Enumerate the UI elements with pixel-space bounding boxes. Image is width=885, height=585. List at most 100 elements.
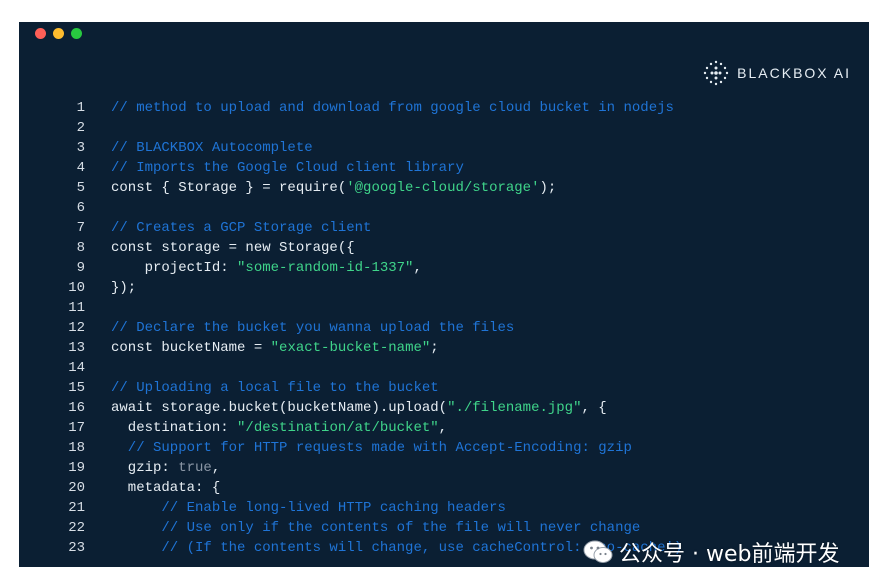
line-number: 1 [76, 100, 85, 116]
code-line: 3 // BLACKBOX Autocomplete [19, 138, 869, 158]
line-number: 12 [68, 320, 85, 336]
line-number: 17 [68, 420, 85, 436]
code-token-plain: const storage = new Storage({ [111, 240, 355, 256]
line-source: // Use only if the contents of the file … [111, 518, 640, 538]
code-token-str: '@google-cloud/storage' [346, 180, 540, 196]
code-token-plain: , [211, 460, 221, 476]
code-line: 11 [19, 298, 869, 318]
code-token-str: "./filename.jpg" [447, 400, 582, 416]
line-source: destination: "/destination/at/bucket", [111, 418, 447, 438]
code-token-plain: const { Storage } = require( [111, 180, 347, 196]
code-token-str: "/destination/at/bucket" [237, 420, 439, 436]
code-token-comment: // Use only if the contents of the file … [111, 520, 641, 536]
code-token-plain: projectId: [111, 260, 238, 276]
code-line: 10}); [19, 278, 869, 298]
code-token-plain: ; [430, 340, 439, 356]
line-source: // Declare the bucket you wanna upload t… [111, 318, 514, 338]
code-token-comment: // Imports the Google Cloud client libra… [111, 160, 464, 176]
code-token-plain: gzip: [111, 460, 179, 476]
code-line: 19 gzip: true, [19, 458, 869, 478]
line-number: 22 [68, 520, 85, 536]
line-source: // Enable long-lived HTTP caching header… [111, 498, 506, 518]
code-token-str: "exact-bucket-name" [270, 340, 431, 356]
code-token-str: "some-random-id-1337" [237, 260, 414, 276]
code-line: 14 [19, 358, 869, 378]
code-token-comment: // method to upload and download from go… [111, 100, 674, 116]
line-number: 18 [68, 440, 85, 456]
line-source: projectId: "some-random-id-1337", [111, 258, 422, 278]
code-line: 17 destination: "/destination/at/bucket"… [19, 418, 869, 438]
line-number: 7 [76, 220, 85, 236]
line-number: 21 [68, 500, 85, 516]
line-source: // BLACKBOX Autocomplete [111, 138, 313, 158]
code-token-comment: // Creates a GCP Storage client [111, 220, 372, 236]
line-source: const storage = new Storage({ [111, 238, 355, 258]
line-number: 5 [76, 180, 85, 196]
code-line: 7 // Creates a GCP Storage client [19, 218, 869, 238]
line-source: // Support for HTTP requests made with A… [111, 438, 632, 458]
line-number: 10 [68, 280, 85, 296]
line-number: 9 [76, 260, 85, 276]
window-controls [35, 28, 82, 39]
code-line: 22 // Use only if the contents of the fi… [19, 518, 869, 538]
line-source: gzip: true, [111, 458, 220, 478]
line-number: 13 [68, 340, 85, 356]
code-line: 16 await storage.bucket(bucketName).uploa… [19, 398, 869, 418]
line-source: const { Storage } = require('@google-clo… [111, 178, 556, 198]
code-token-plain: await storage.bucket(bucketName).upload( [111, 400, 448, 416]
code-token-comment: // Declare the bucket you wanna upload t… [111, 320, 515, 336]
watermark-text: 公众号 · web前端开发 [619, 542, 840, 567]
code-token-plain: , { [581, 400, 607, 416]
code-line: 5 const { Storage } = require('@google-cl… [19, 178, 869, 198]
code-token-plain: , [413, 260, 422, 276]
code-line: 20 metadata: { [19, 478, 869, 498]
line-number: 4 [76, 160, 85, 176]
code-line: 1 // method to upload and download from g… [19, 98, 869, 118]
close-button[interactable] [35, 28, 46, 39]
code-token-comment: // Uploading a local file to the bucket [111, 380, 439, 396]
code-window: BLACKBOX AI 1 // method to upload and dow… [19, 22, 869, 567]
line-number: 16 [68, 400, 85, 416]
brand-name: BLACKBOX AI [737, 65, 851, 81]
line-number: 20 [68, 480, 85, 496]
wechat-icon [583, 540, 613, 563]
brand: BLACKBOX AI [703, 60, 851, 86]
code-line: 4 // Imports the Google Cloud client libr… [19, 158, 869, 178]
code-line: 21 // Enable long-lived HTTP caching hea… [19, 498, 869, 518]
code-token-plain: destination: [111, 420, 238, 436]
code-line: 9 projectId: "some-random-id-1337", [19, 258, 869, 278]
blackbox-dots-icon [703, 60, 729, 86]
line-source: const bucketName = "exact-bucket-name"; [111, 338, 439, 358]
code-editor: 1 // method to upload and download from g… [19, 98, 869, 558]
code-line: 15 // Uploading a local file to the bucke… [19, 378, 869, 398]
line-number: 15 [68, 380, 85, 396]
code-token-plain: }); [111, 280, 137, 296]
code-token-bool: true [178, 460, 212, 476]
minimize-button[interactable] [53, 28, 64, 39]
code-line: 13 const bucketName = "exact-bucket-name"… [19, 338, 869, 358]
code-line: 12 // Declare the bucket you wanna upload… [19, 318, 869, 338]
maximize-button[interactable] [71, 28, 82, 39]
watermark: 公众号 · web前端开发 [583, 536, 839, 568]
line-source: // method to upload and download from go… [111, 98, 674, 118]
line-source: // Imports the Google Cloud client libra… [111, 158, 464, 178]
code-token-plain: const bucketName = [111, 340, 271, 356]
code-token-plain: metadata: { [111, 480, 221, 496]
line-source: // Creates a GCP Storage client [111, 218, 371, 238]
line-source: metadata: { [111, 478, 220, 498]
code-line: 6 [19, 198, 869, 218]
code-token-comment: // Enable long-lived HTTP caching header… [111, 500, 506, 516]
code-token-comment: // Support for HTTP requests made with A… [111, 440, 632, 456]
code-line: 18 // Support for HTTP requests made wit… [19, 438, 869, 458]
line-number: 14 [68, 360, 85, 376]
line-number: 19 [68, 460, 85, 476]
line-number: 8 [76, 240, 85, 256]
code-line: 2 [19, 118, 869, 138]
line-number: 3 [76, 140, 85, 156]
code-token-plain: ); [539, 180, 557, 196]
line-source: }); [111, 278, 136, 298]
code-token-plain: , [438, 420, 448, 436]
line-number: 2 [76, 120, 85, 136]
code-line: 8 const storage = new Storage({ [19, 238, 869, 258]
line-source: await storage.bucket(bucketName).upload(… [111, 398, 607, 418]
